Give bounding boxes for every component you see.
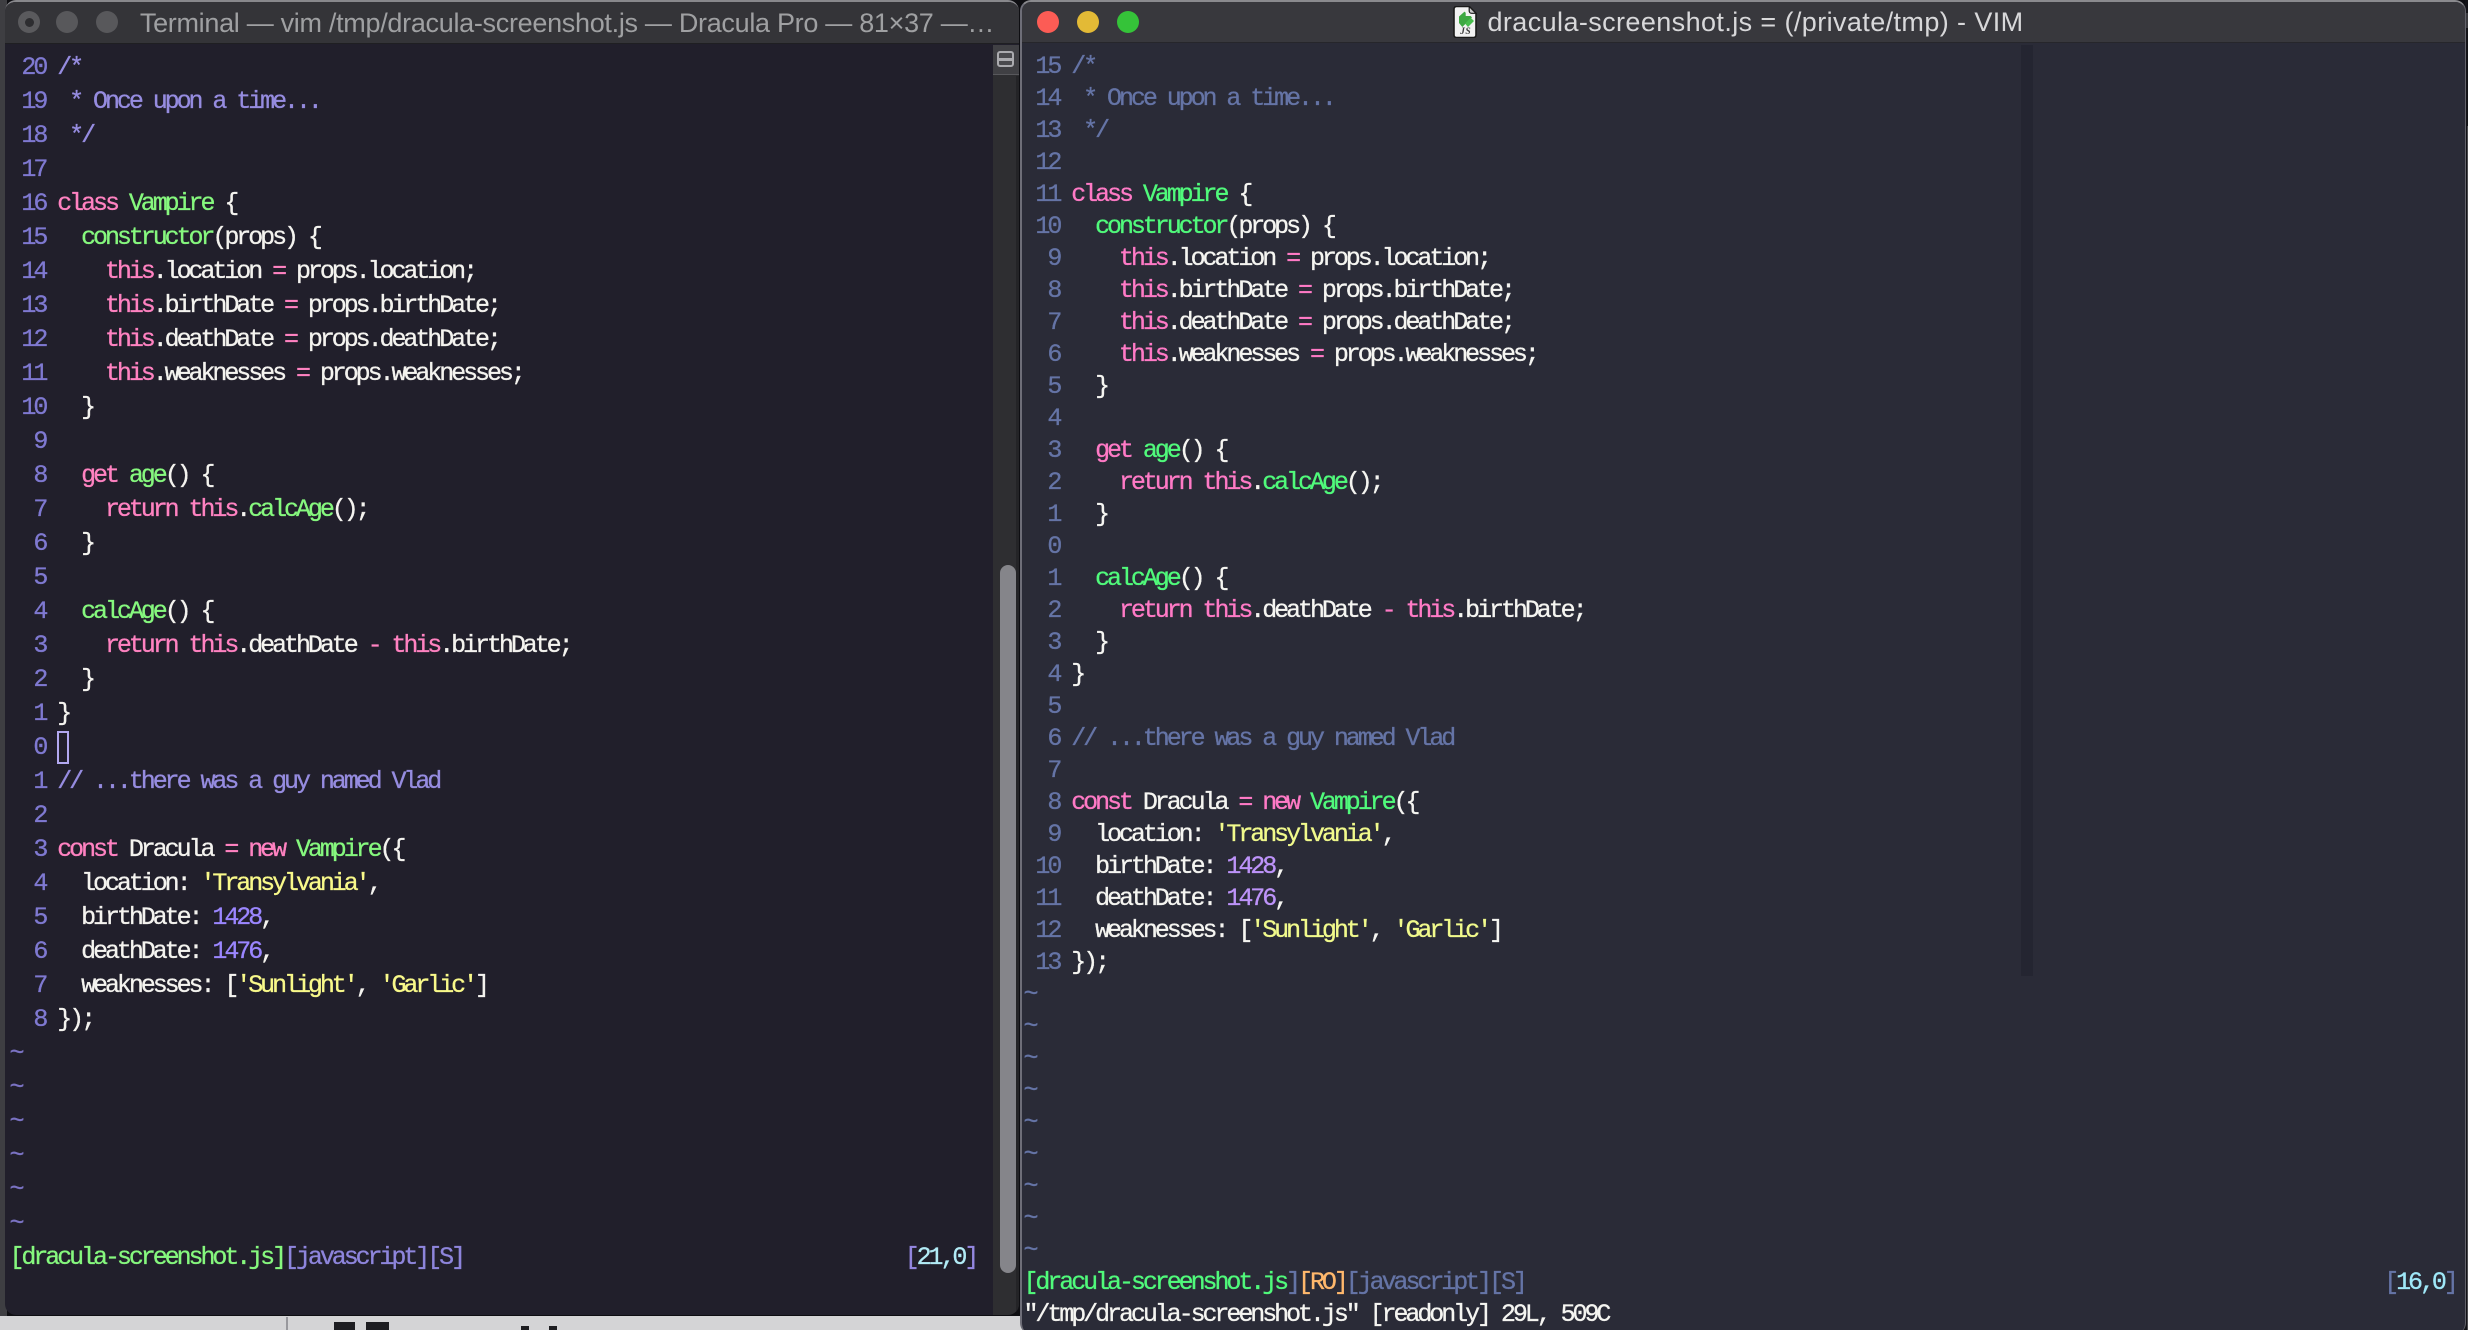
svg-text:JS: JS <box>1459 27 1471 37</box>
